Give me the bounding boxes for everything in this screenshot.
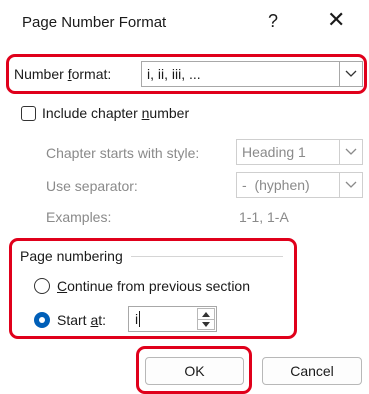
separator-label: Use separator: [46,178,138,194]
start-at-input[interactable]: i [135,311,141,327]
include-chapter-label[interactable]: Include chapter number [42,105,189,121]
start-at-label[interactable]: Start at: [57,312,106,328]
ok-button[interactable]: OK [145,357,244,385]
chevron-down-icon[interactable] [339,173,362,197]
examples-value: 1-1, 1-A [239,209,289,225]
cancel-button[interactable]: Cancel [262,357,362,385]
separator-select[interactable]: - (hyphen) [236,172,363,198]
spin-up-icon[interactable] [198,309,214,320]
continue-radio[interactable] [34,278,50,294]
include-chapter-checkbox[interactable] [21,106,36,121]
chapter-style-value: Heading 1 [242,144,306,160]
page-numbering-heading: Page numbering [20,248,123,264]
separator-value: - (hyphen) [242,177,310,193]
spin-buttons [197,308,215,330]
start-at-radio[interactable] [34,312,50,328]
number-format-value: i, ii, iii, ... [147,66,201,82]
help-icon[interactable]: ? [268,11,278,32]
chevron-down-icon[interactable] [339,140,362,164]
examples-label: Examples: [46,209,112,225]
number-format-select[interactable]: i, ii, iii, ... [141,61,363,87]
close-icon[interactable]: ✕ [327,9,345,31]
group-divider [131,256,283,257]
start-at-spinner[interactable]: i [128,306,217,332]
chapter-style-label: Chapter starts with style: [46,145,200,161]
number-format-label: Number format: [14,66,112,82]
chapter-style-select[interactable]: Heading 1 [236,139,363,165]
dialog-title: Page Number Format [22,14,167,31]
spin-down-icon[interactable] [198,320,214,330]
chevron-down-icon[interactable] [339,62,362,86]
title-bar: Page Number Format ? ✕ [0,0,369,48]
continue-label[interactable]: Continue from previous section [57,278,250,294]
